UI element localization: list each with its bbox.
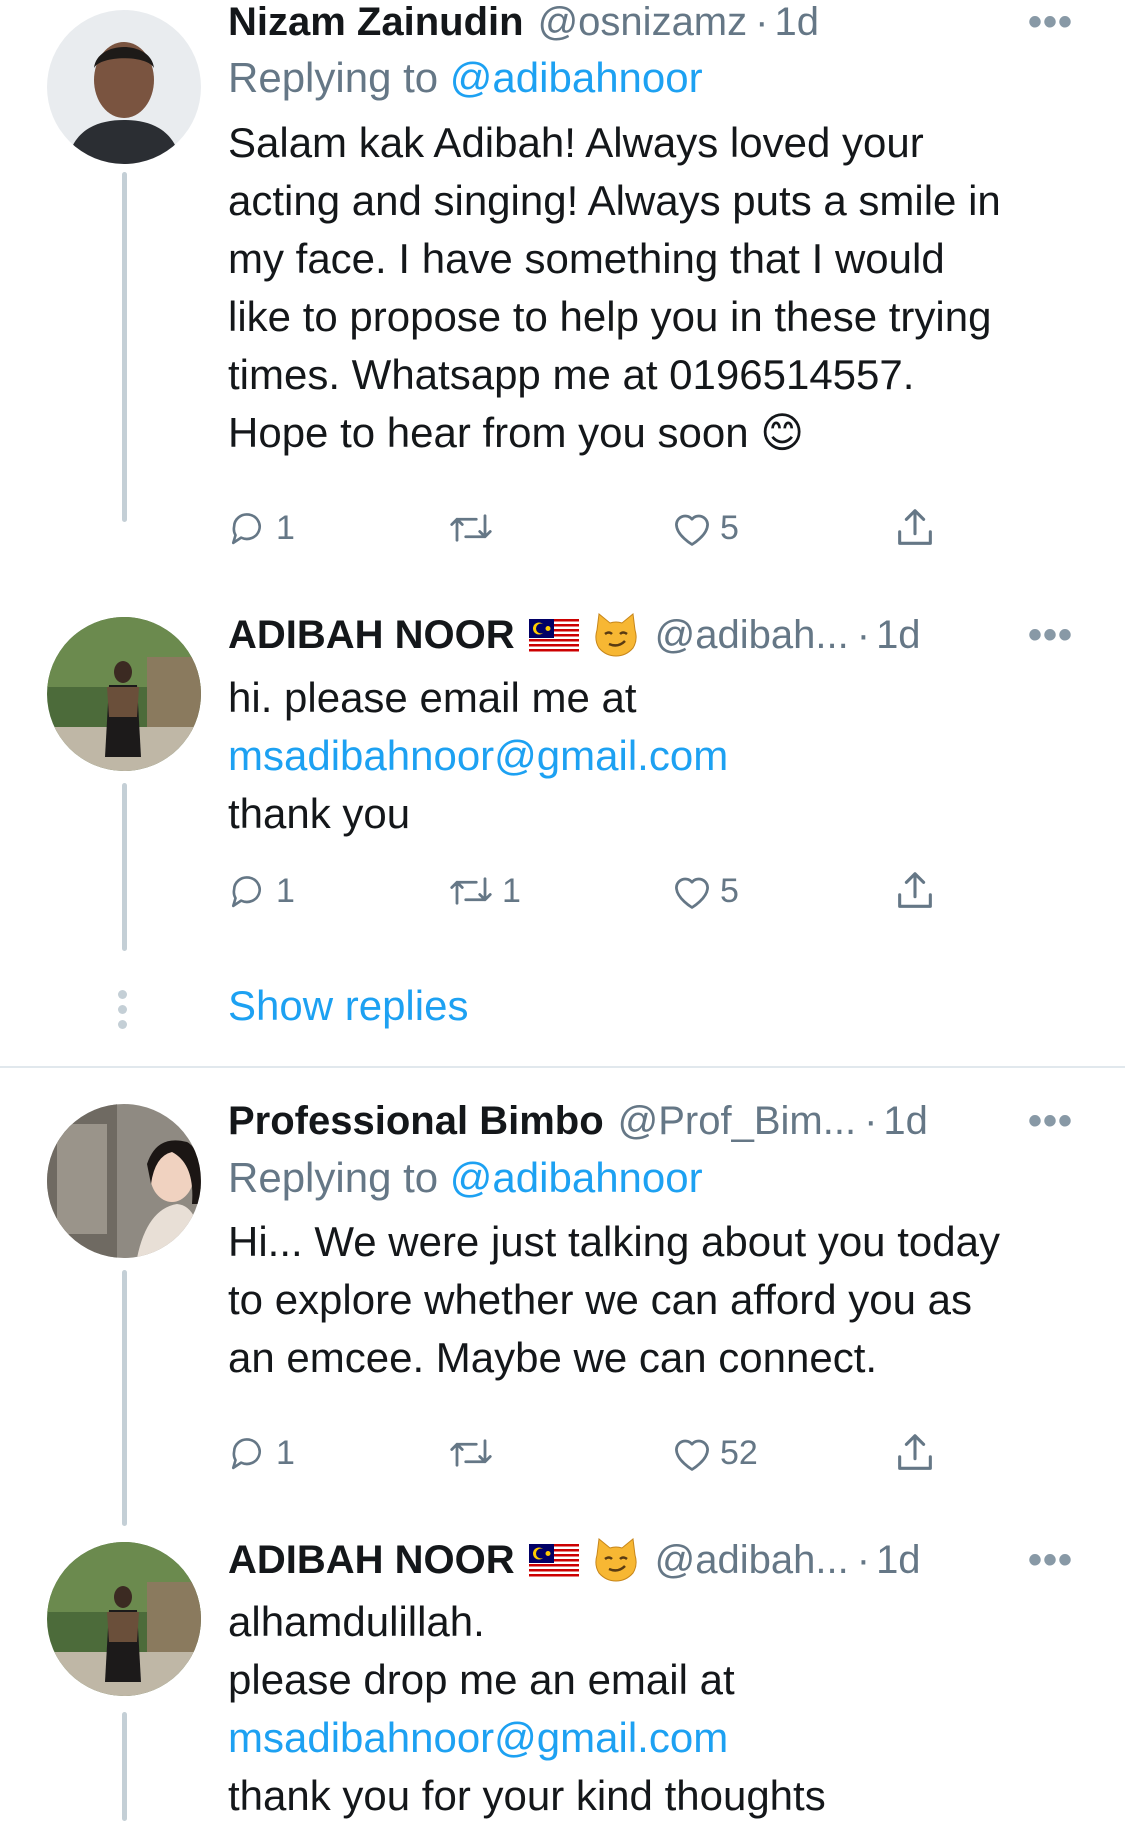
more-icon[interactable]: ••• [1028,1538,1073,1583]
thread-line [122,783,127,951]
like-button[interactable]: 52 [670,1423,758,1483]
user-handle[interactable]: @Prof_Bim... [618,1099,856,1144]
divider [0,1066,1125,1068]
tweet-text: Hi... We were just talking about you tod… [228,1213,1088,1387]
more-icon[interactable]: ••• [1028,1099,1073,1144]
reply-icon [228,1432,270,1474]
tweet-header: Professional Bimbo @Prof_Bim... · 1d ••• [228,1093,1073,1149]
display-name[interactable]: ADIBAH NOOR [228,613,515,658]
tweet-header: Nizam Zainudin @osnizamz · 1d ••• [228,0,1073,50]
thread-line [122,172,127,522]
retweet-button[interactable] [446,1423,502,1483]
user-handle[interactable]: @osnizamz [538,0,748,45]
email-link[interactable]: msadibahnoor@gmail.com [228,1709,1088,1767]
tweet-text: alhamdulillah. please drop me an email a… [228,1593,1088,1821]
email-link[interactable]: msadibahnoor@gmail.com [228,727,1088,785]
retweet-count: 1 [502,871,521,910]
share-button[interactable] [892,1423,938,1483]
tweet-header: ADIBAH NOOR @adibah... · 1d ••• [228,1532,1073,1588]
tweet-line: thank you [228,790,411,837]
reply-count: 1 [276,871,295,910]
display-name[interactable]: ADIBAH NOOR [228,1538,515,1583]
user-handle[interactable]: @adibah... [655,613,849,658]
replying-to: Replying to @adibahnoor [228,54,703,102]
more-icon[interactable]: ••• [1028,0,1073,45]
tweet-line: Hope to hear from you soon 😊 [228,409,805,456]
mention-link[interactable]: @adibahnoor [450,54,703,101]
user-handle[interactable]: @adibah... [655,1538,849,1583]
display-name[interactable]: Professional Bimbo [228,1099,604,1144]
tweet-line: Hi... We were just talking about you tod… [228,1218,1000,1265]
avatar-adibah[interactable] [47,617,201,771]
flag-malaysia-icon [528,618,579,653]
timestamp[interactable]: 1d [876,1538,921,1583]
reply-button[interactable]: 1 [228,498,295,558]
reply-button[interactable]: 1 [228,861,295,921]
tweet-line: acting and singing! Always puts a smile … [228,177,1001,224]
display-name[interactable]: Nizam Zainudin [228,0,524,45]
show-replies-link[interactable]: Show replies [228,982,468,1030]
tweet-actions: 1 1 5 [228,861,948,921]
share-icon [892,1430,938,1476]
thread-line [122,1270,127,1526]
like-icon [670,1432,714,1474]
reply-button[interactable]: 1 [228,1423,295,1483]
separator: · [755,0,769,44]
like-count: 5 [720,508,739,547]
tweet-actions: 1 52 [228,1423,948,1483]
like-count: 52 [720,1433,758,1472]
tweet-line: times. Whatsapp me at 0196514557. [228,351,915,398]
tweet-line: an emcee. Maybe we can connect. [228,1334,878,1381]
tweet-header: ADIBAH NOOR @adibah... · 1d ••• [228,607,1073,663]
share-button[interactable] [892,861,938,921]
timestamp[interactable]: 1d [774,0,819,45]
retweet-icon [446,870,496,912]
replying-to: Replying to @adibahnoor [228,1154,703,1202]
thread-continuation-dots [118,990,130,1035]
avatar-nizam[interactable] [47,10,201,164]
tweet-line: like to propose to help you in these try… [228,293,992,340]
avatar-professional-bimbo[interactable] [47,1104,201,1258]
retweet-button[interactable] [446,498,502,558]
replying-prefix: Replying to [228,1154,439,1201]
retweet-icon [446,1432,496,1474]
like-count: 5 [720,871,739,910]
like-icon [670,507,714,549]
tweet-line: hi. please email me at [228,674,637,721]
tweet-text: Salam kak Adibah! Always loved your acti… [228,114,1088,462]
tweet-actions: 1 5 [228,498,948,558]
tweet-line: to explore whether we can afford you as [228,1276,973,1323]
like-icon [670,870,714,912]
tweet-line: Salam kak Adibah! Always loved your [228,119,924,166]
separator: · [856,612,871,657]
tweet-line: my face. I have something that I would [228,235,945,282]
tweet-line: please drop me an email at [228,1656,735,1703]
replying-prefix: Replying to [228,54,439,101]
timestamp[interactable]: 1d [883,1099,928,1144]
reply-count: 1 [276,1433,295,1472]
share-icon [892,505,938,551]
retweet-icon [446,507,496,549]
reply-count: 1 [276,508,295,547]
smirking-cat-icon [591,610,641,660]
reply-icon [228,507,270,549]
separator: · [864,1098,878,1143]
timestamp[interactable]: 1d [876,613,921,658]
tweet-text: hi. please email me at msadibahnoor@gmai… [228,669,1088,843]
retweet-button[interactable]: 1 [446,861,521,921]
mention-link[interactable]: @adibahnoor [450,1154,703,1201]
avatar-adibah[interactable] [47,1542,201,1696]
reply-icon [228,870,270,912]
tweet-line: thank you for your kind thoughts [228,1772,826,1819]
share-button[interactable] [892,498,938,558]
like-button[interactable]: 5 [670,861,739,921]
like-button[interactable]: 5 [670,498,739,558]
separator: · [856,1537,871,1582]
share-icon [892,868,938,914]
tweet-line: alhamdulillah. [228,1598,485,1645]
flag-malaysia-icon [528,1543,579,1578]
thread-line [122,1712,127,1821]
smirking-cat-icon [591,1535,641,1585]
more-icon[interactable]: ••• [1028,613,1073,658]
